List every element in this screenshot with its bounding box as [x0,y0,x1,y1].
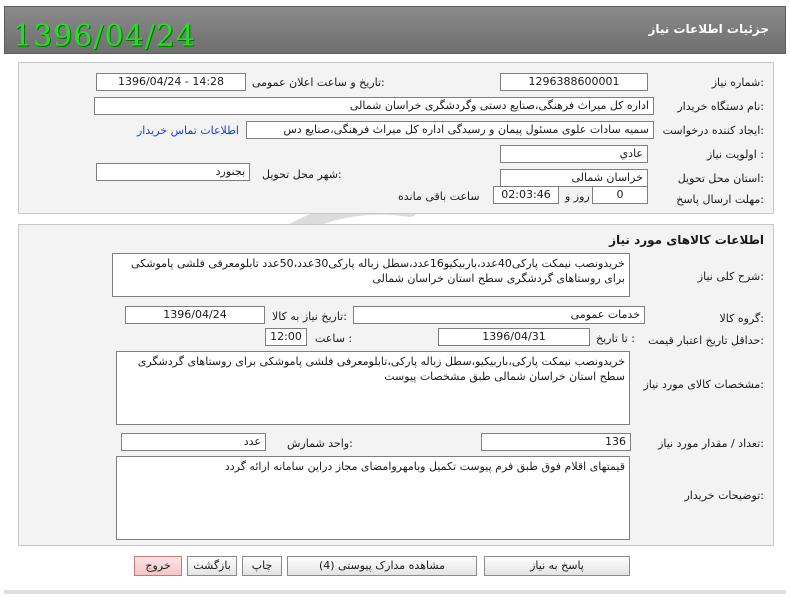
print-button[interactable]: چاپ [242,556,282,576]
buyer-notes-field: قیمتهای اقلام فوق طبق فرم پیوست تکمیل وب… [116,456,630,540]
time-field: 12:00 [265,328,307,346]
bottom-scrollbar [4,590,786,594]
buyer-notes-label: توضیحات خریدار: [684,489,765,502]
qty-field: 136 [481,433,631,451]
reply-button[interactable]: پاسخ به نیاز [484,556,630,576]
attachments-button[interactable]: مشاهده مدارک پیوستی (4) [287,556,477,576]
title-bar: 1396/04/24 جزئیات اطلاعات نیاز [4,6,786,54]
back-button[interactable]: بازگشت [187,556,237,576]
announce-field: 1396/04/24 - 14:28 [96,73,246,91]
city-field: بجنورد [96,163,250,181]
summary-label: شرح کلی نیاز: [697,270,764,283]
unit-label: واحد شمارش: [287,437,353,450]
buyer-org-field: اداره کل میراث فرهنگی،صنایع دستی وگردشگر… [94,97,654,115]
date-stamp: 1396/04/24 [13,19,196,54]
province-field: خراسان شمالی [500,169,648,187]
requester-field: سمیه سادات علوی مسئول پیمان و رسیدگی ادا… [246,121,654,139]
days-and-label: روز و [565,190,590,203]
unit-field: عدد [121,433,266,451]
remaining-label: ساعت باقی مانده [398,190,480,203]
announce-label: تاریخ و ساعت اعلان عمومی: [252,76,385,89]
city-label: شهر محل تحویل: [262,168,342,181]
need-number-label: شماره نیاز: [711,76,764,89]
deadline-label: مهلت ارسال پاسخ: [676,193,764,206]
specs-label: مشخصات کالای مورد نیاز: [643,378,764,391]
time-label: ساعت : [315,332,353,345]
buyer-org-label: نام دستگاه خریدار: [677,100,764,113]
until-date-label: تا تاریخ : [596,332,635,345]
exit-button[interactable]: خروج [134,556,182,576]
group-field: خدمات عمومی [353,306,645,324]
min-validity-label: حداقل تاریخ اعتبار قیمت: [648,334,764,347]
priority-label: اولویت نیاز : [706,148,764,161]
page-title: جزئیات اطلاعات نیاز [648,22,769,36]
requester-label: ایجاد کننده درخواست: [662,124,764,137]
goods-section-title: اطلاعات کالاهای مورد نیاز [609,233,764,247]
province-label: استان محل تحویل: [677,172,764,185]
summary-field: خریدونصب نیمکت پارکی40عدد،باربیکیو16عدد،… [112,253,630,297]
group-label: گروه کالا: [719,312,764,325]
specs-field: خریدونصب نیمکت پارکی،باربیکیو،سطل زباله … [116,351,630,425]
priority-field: عادي [500,145,648,163]
until-date-field: 1396/04/31 [438,328,590,346]
deadline-days-field: 0 [592,186,648,204]
need-date-field: 1396/04/24 [125,306,265,324]
need-date-label: تاریخ نیاز به کالا: [272,310,347,323]
need-number-field: 1296388600001 [500,73,648,91]
qty-label: تعداد / مقدار مورد نیاز: [658,437,764,450]
deadline-time-field: 02:03:46 [493,186,559,204]
buyer-contact-link[interactable]: اطلاعات تماس خریدار [137,124,239,137]
